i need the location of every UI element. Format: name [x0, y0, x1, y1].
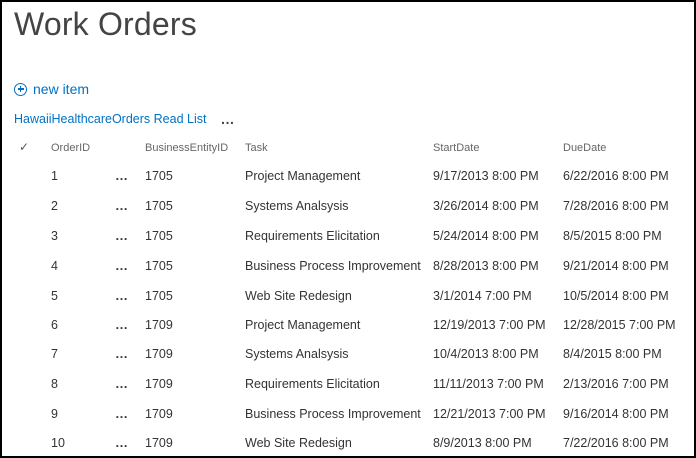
column-header-duedate[interactable]: DueDate — [563, 142, 606, 154]
cell-businessentityid: 1709 — [145, 347, 173, 361]
cell-duedate: 8/5/2015 8:00 PM — [563, 229, 662, 243]
cell-orderid: 6 — [51, 318, 58, 332]
cell-startdate: 12/19/2013 7:00 PM — [433, 318, 546, 332]
cell-businessentityid: 1705 — [145, 229, 173, 243]
cell-orderid: 4 — [51, 259, 58, 273]
checkmark-icon[interactable]: ✓ — [19, 140, 29, 154]
cell-startdate: 3/1/2014 7:00 PM — [433, 289, 532, 303]
cell-duedate: 9/21/2014 8:00 PM — [563, 259, 669, 273]
cell-startdate: 8/28/2013 8:00 PM — [433, 259, 539, 273]
view-menu-ellipsis-icon[interactable]: … — [220, 112, 235, 126]
cell-businessentityid: 1709 — [145, 436, 173, 450]
cell-businessentityid: 1709 — [145, 318, 173, 332]
row-menu-ellipsis-icon[interactable]: … — [115, 406, 129, 421]
cell-task[interactable]: Web Site Redesign — [245, 289, 352, 303]
cell-task[interactable]: Web Site Redesign — [245, 436, 352, 450]
cell-duedate: 7/22/2016 8:00 PM — [563, 436, 669, 450]
cell-startdate: 9/17/2013 8:00 PM — [433, 169, 539, 183]
plus-circle-icon — [14, 82, 27, 96]
cell-duedate: 7/28/2016 8:00 PM — [563, 199, 669, 213]
cell-task[interactable]: Business Process Improvement — [245, 259, 421, 273]
cell-duedate: 12/28/2015 7:00 PM — [563, 318, 676, 332]
row-menu-ellipsis-icon[interactable]: … — [115, 376, 129, 391]
new-item-label: new item — [33, 81, 90, 97]
app-frame: Work Orders new item HawaiiHealthcareOrd… — [0, 0, 696, 458]
cell-businessentityid: 1709 — [145, 377, 173, 391]
new-item-button[interactable]: new item — [14, 81, 89, 97]
column-header-orderid[interactable]: OrderID — [51, 142, 90, 154]
cell-task[interactable]: Business Process Improvement — [245, 407, 421, 421]
cell-orderid: 9 — [51, 407, 58, 421]
cell-orderid: 2 — [51, 199, 58, 213]
cell-task[interactable]: Requirements Elicitation — [245, 377, 380, 391]
cell-duedate: 9/16/2014 8:00 PM — [563, 407, 669, 421]
cell-orderid: 1 — [51, 169, 58, 183]
cell-businessentityid: 1709 — [145, 407, 173, 421]
row-menu-ellipsis-icon[interactable]: … — [115, 317, 129, 332]
cell-businessentityid: 1705 — [145, 169, 173, 183]
cell-businessentityid: 1705 — [145, 259, 173, 273]
row-menu-ellipsis-icon[interactable]: … — [115, 288, 129, 303]
row-menu-ellipsis-icon[interactable]: … — [115, 198, 129, 213]
cell-task[interactable]: Project Management — [245, 169, 360, 183]
view-selector: HawaiiHealthcareOrders Read List … — [14, 112, 235, 126]
cell-orderid: 8 — [51, 377, 58, 391]
view-name-link[interactable]: HawaiiHealthcareOrders Read List — [14, 112, 206, 126]
cell-orderid: 7 — [51, 347, 58, 361]
cell-task[interactable]: Requirements Elicitation — [245, 229, 380, 243]
cell-duedate: 10/5/2014 8:00 PM — [563, 289, 669, 303]
cell-task[interactable]: Systems Analsysis — [245, 347, 349, 361]
cell-startdate: 5/24/2014 8:00 PM — [433, 229, 539, 243]
cell-duedate: 2/13/2016 7:00 PM — [563, 377, 669, 391]
cell-orderid: 3 — [51, 229, 58, 243]
row-menu-ellipsis-icon[interactable]: … — [115, 435, 129, 450]
row-menu-ellipsis-icon[interactable]: … — [115, 346, 129, 361]
cell-businessentityid: 1705 — [145, 199, 173, 213]
column-header-businessentityid[interactable]: BusinessEntityID — [145, 142, 228, 154]
cell-task[interactable]: Project Management — [245, 318, 360, 332]
cell-startdate: 12/21/2013 7:00 PM — [433, 407, 546, 421]
cell-startdate: 3/26/2014 8:00 PM — [433, 199, 539, 213]
cell-duedate: 8/4/2015 8:00 PM — [563, 347, 662, 361]
cell-startdate: 11/11/2013 7:00 PM — [433, 377, 544, 391]
row-menu-ellipsis-icon[interactable]: … — [115, 168, 129, 183]
cell-orderid: 5 — [51, 289, 58, 303]
cell-task[interactable]: Systems Analsysis — [245, 199, 349, 213]
column-header-startdate[interactable]: StartDate — [433, 142, 479, 154]
cell-orderid: 10 — [51, 436, 65, 450]
cell-duedate: 6/22/2016 8:00 PM — [563, 169, 669, 183]
page-title: Work Orders — [14, 6, 197, 42]
cell-startdate: 10/4/2013 8:00 PM — [433, 347, 539, 361]
row-menu-ellipsis-icon[interactable]: … — [115, 258, 129, 273]
cell-businessentityid: 1705 — [145, 289, 173, 303]
column-header-task[interactable]: Task — [245, 142, 268, 154]
row-menu-ellipsis-icon[interactable]: … — [115, 228, 129, 243]
cell-startdate: 8/9/2013 8:00 PM — [433, 436, 532, 450]
